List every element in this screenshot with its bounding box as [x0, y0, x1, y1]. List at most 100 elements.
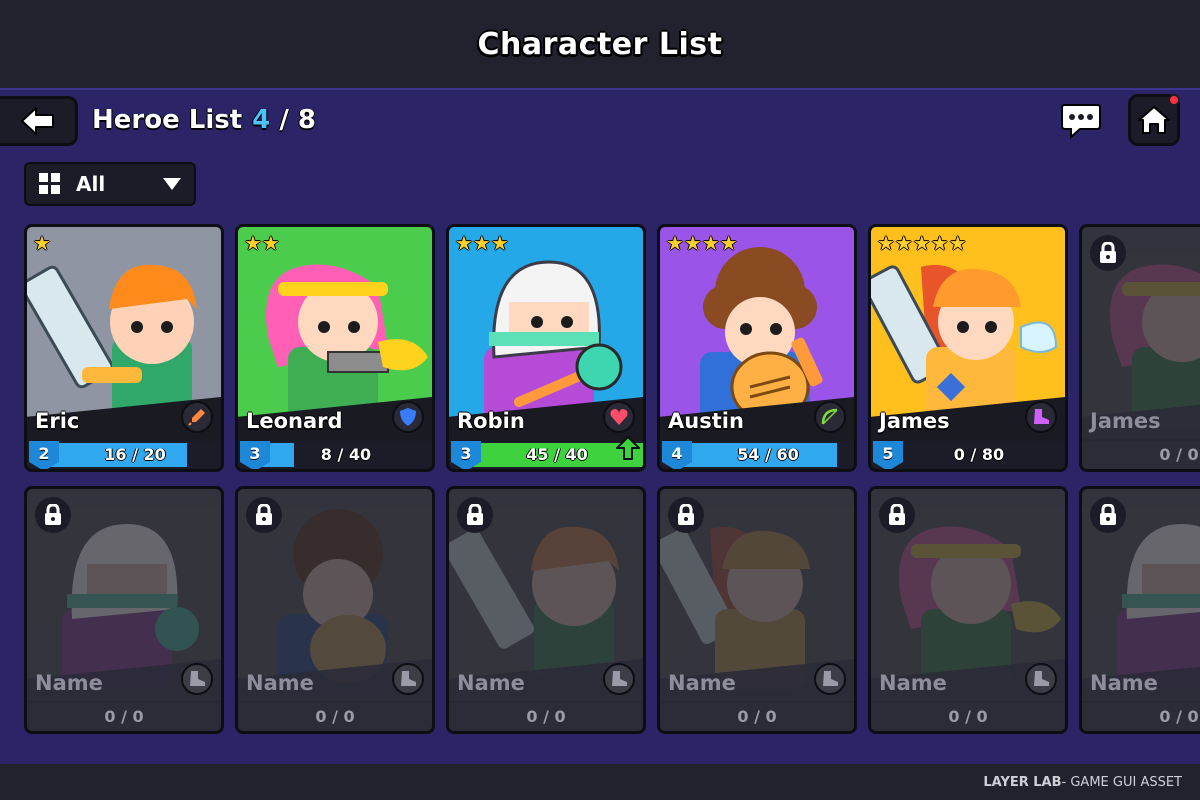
class-badge — [814, 663, 846, 695]
hero-count-max: 8 — [297, 105, 316, 135]
locked-hero-card[interactable]: Name 0 / 0 — [1079, 486, 1200, 734]
lock-icon — [1090, 235, 1126, 271]
hero-name: Robin — [457, 409, 525, 433]
star-rating: ★ — [33, 231, 51, 255]
xp-bar: 0 / 0 — [660, 703, 854, 731]
locked-hero-card[interactable]: Name 0 / 0 — [657, 486, 857, 734]
lock-icon — [246, 497, 282, 533]
xp-bar: 4 54 / 60 — [660, 441, 854, 469]
boot-icon — [1034, 671, 1049, 686]
hero-name: Austin — [668, 409, 744, 433]
hero-name: Name — [35, 671, 103, 695]
footer-text: - GAME GUI ASSET — [1061, 774, 1182, 790]
xp-text: 0 / 80 — [953, 445, 1005, 464]
shield-icon — [400, 408, 416, 426]
hero-name: Leonard — [246, 409, 343, 433]
star-rating: ★★★★ — [666, 231, 738, 255]
hero-name: Name — [457, 671, 525, 695]
locked-hero-card[interactable]: James 0 / 0 — [1079, 224, 1200, 472]
bow-icon — [821, 408, 838, 425]
upgrade-arrow-icon — [616, 436, 640, 460]
hero-name: James — [879, 409, 950, 433]
page-title: Character List — [477, 26, 723, 62]
xp-bar: 0 / 0 — [871, 703, 1065, 731]
xp-bar: 0 / 0 — [449, 703, 643, 731]
class-badge — [1025, 401, 1057, 433]
xp-text: 0 / 0 — [104, 707, 144, 726]
hero-count-separator: / — [279, 105, 289, 135]
class-badge — [181, 401, 213, 433]
locked-hero-card[interactable]: Name 0 / 0 — [24, 486, 224, 734]
rocket-icon — [188, 409, 205, 426]
main-panel: Heroe List 4 / 8 All ★ Eric 2 16 / 20 ★★… — [0, 88, 1200, 764]
hero-name: Name — [1090, 671, 1158, 695]
xp-text: 0 / 0 — [1159, 707, 1199, 726]
hero-name: James — [1090, 409, 1161, 433]
grid-icon — [39, 173, 60, 194]
xp-bar: 0 / 0 — [1082, 441, 1200, 469]
xp-bar: 5 0 / 80 — [871, 441, 1065, 469]
xp-bar: 3 45 / 40 — [449, 436, 643, 469]
class-badge — [814, 401, 846, 433]
lock-icon — [1090, 497, 1126, 533]
home-icon — [1138, 106, 1170, 134]
hero-card[interactable]: ★ Eric 2 16 / 20 — [24, 224, 224, 472]
locked-hero-card[interactable]: Name 0 / 0 — [446, 486, 646, 734]
locked-hero-card[interactable]: Name 0 / 0 — [868, 486, 1068, 734]
hero-card[interactable]: ★★ Leonard 3 8 / 40 — [235, 224, 435, 472]
boot-icon — [612, 671, 627, 686]
xp-text: 0 / 0 — [526, 707, 566, 726]
xp-text: 0 / 0 — [315, 707, 355, 726]
xp-bar: 0 / 0 — [238, 703, 432, 731]
chat-bubble-icon — [1061, 104, 1101, 140]
hero-name: Eric — [35, 409, 80, 433]
xp-bar: 3 8 / 40 — [238, 441, 432, 469]
class-badge — [1025, 663, 1057, 695]
notification-dot — [1168, 94, 1180, 106]
xp-text: 16 / 20 — [104, 445, 166, 464]
back-button[interactable] — [0, 96, 78, 146]
footer: LAYER LAB - GAME GUI ASSET — [0, 764, 1200, 800]
hero-card[interactable]: ★★★ Robin 3 45 / 40 — [446, 224, 646, 472]
xp-text: 8 / 40 — [320, 445, 372, 464]
class-badge — [603, 663, 635, 695]
class-badge — [392, 401, 424, 433]
hero-name: Name — [879, 671, 947, 695]
xp-text: 0 / 0 — [948, 707, 988, 726]
lock-icon — [35, 497, 71, 533]
class-badge — [181, 663, 213, 695]
home-button[interactable] — [1128, 94, 1180, 146]
xp-bar: 0 / 0 — [27, 703, 221, 731]
xp-text: 0 / 0 — [1159, 445, 1199, 464]
xp-bar: 0 / 0 — [1082, 703, 1200, 731]
class-badge — [392, 663, 424, 695]
hero-name: Name — [668, 671, 736, 695]
hero-count: 4 / 8 — [252, 105, 316, 135]
star-rating: ★★★ — [455, 231, 509, 255]
star-rating: ★★ — [244, 231, 280, 255]
hero-card[interactable]: ★★★★★ James 5 0 / 80 — [868, 224, 1068, 472]
lock-icon — [879, 497, 915, 533]
arrow-left-icon — [20, 107, 54, 135]
boot-icon — [823, 671, 838, 686]
hero-name: Name — [246, 671, 314, 695]
locked-hero-card[interactable]: Name 0 / 0 — [235, 486, 435, 734]
boot-icon — [401, 671, 416, 686]
boot-icon — [1034, 409, 1049, 424]
chat-button[interactable] — [1058, 98, 1104, 144]
hero-card[interactable]: ★★★★ Austin 4 54 / 60 — [657, 224, 857, 472]
footer-brand: LAYER LAB — [983, 774, 1062, 790]
xp-bar: 2 16 / 20 — [27, 441, 221, 469]
boot-icon — [190, 671, 205, 686]
filter-label: All — [76, 172, 106, 196]
top-bar: Character List — [0, 0, 1200, 88]
lock-icon — [457, 497, 493, 533]
list-header: Heroe List 4 / 8 — [92, 102, 316, 138]
hero-count-current: 4 — [252, 105, 271, 135]
caret-down-icon — [163, 178, 181, 190]
filter-dropdown[interactable]: All — [24, 162, 196, 206]
heart-icon — [610, 409, 628, 425]
list-title: Heroe List — [92, 105, 243, 135]
class-badge — [603, 401, 635, 433]
lock-icon — [668, 497, 704, 533]
